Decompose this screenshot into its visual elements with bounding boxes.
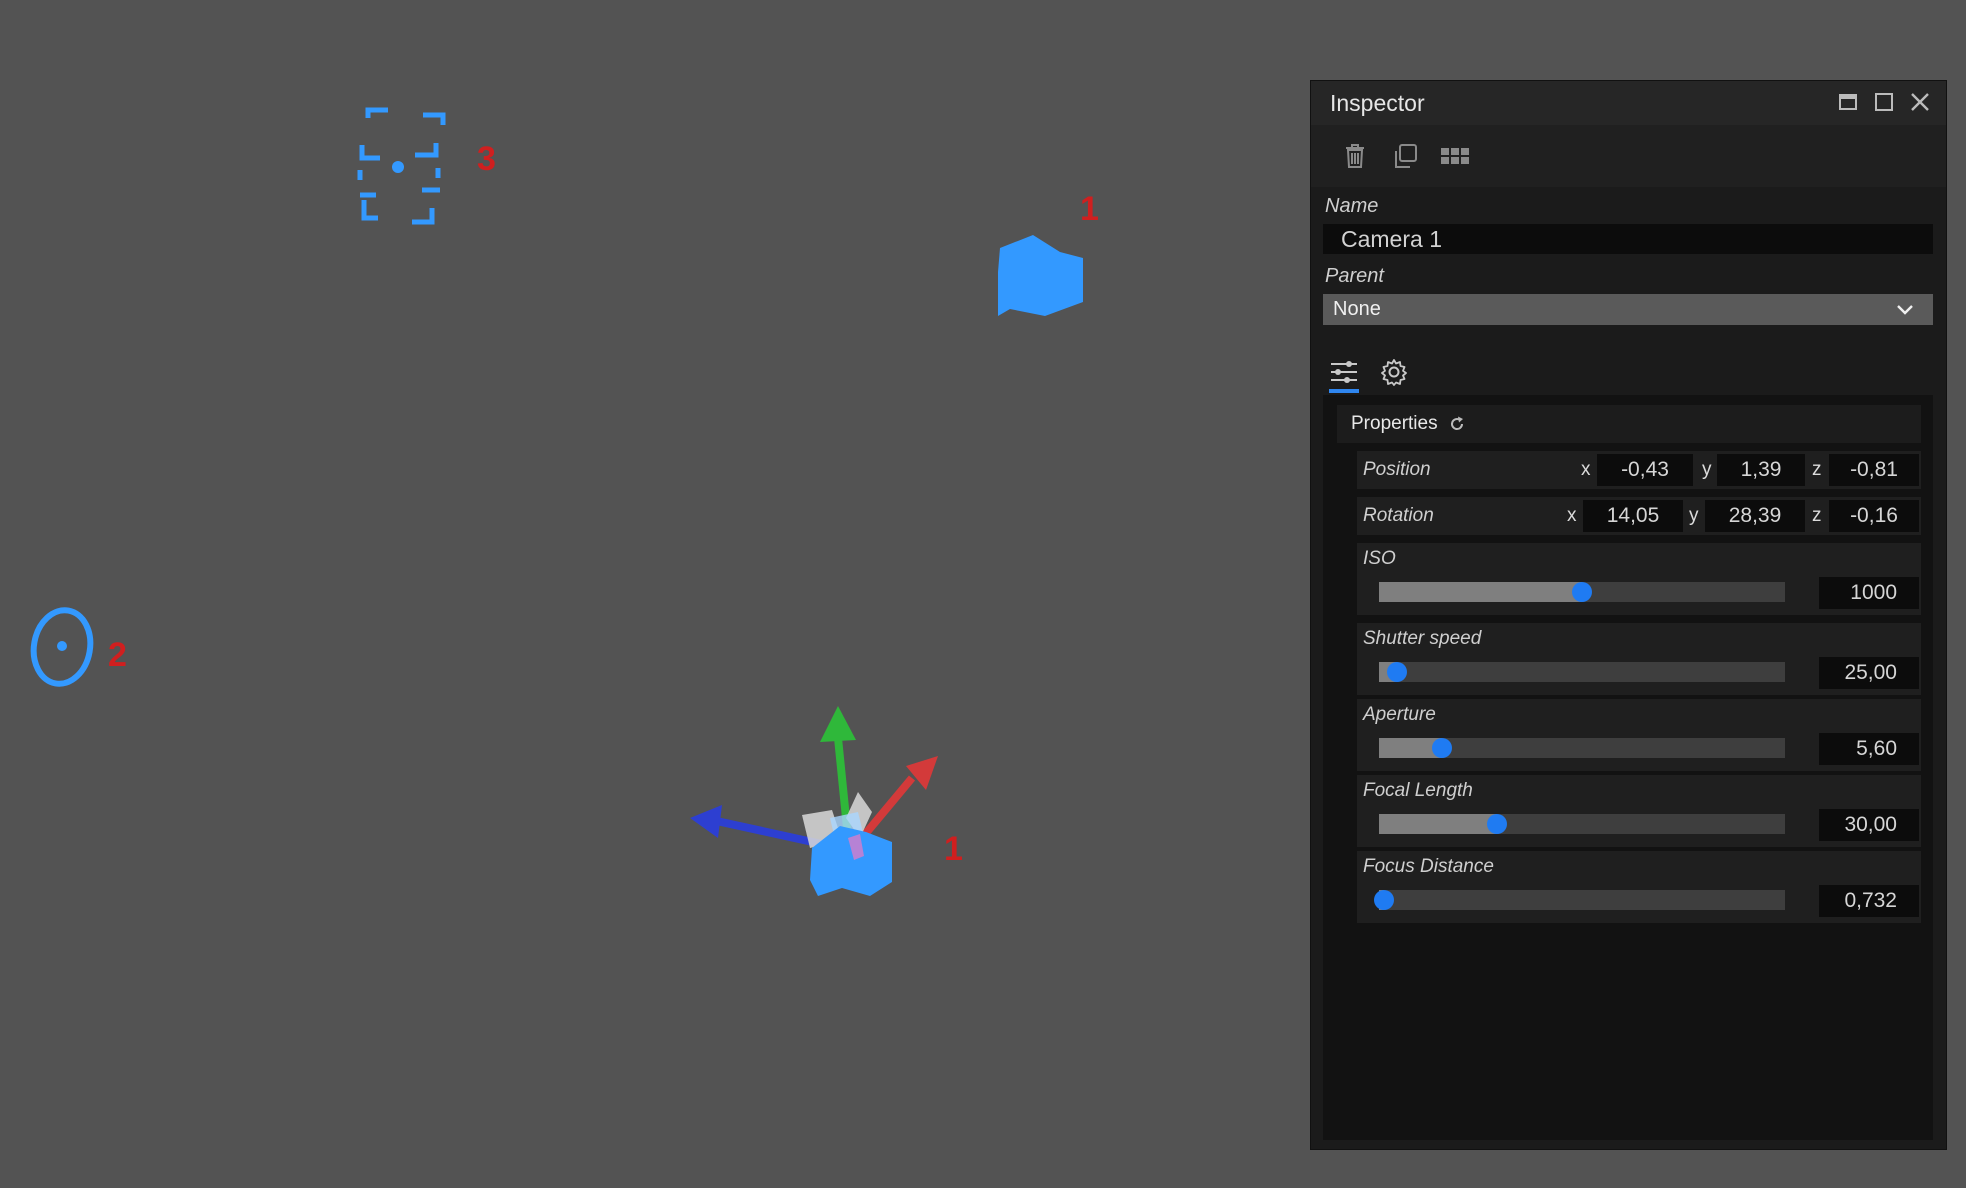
close-icon[interactable]	[1908, 90, 1932, 114]
tab-properties[interactable]	[1329, 351, 1363, 395]
rotation-z-label: z	[1812, 505, 1822, 526]
aperture-value-field[interactable]: 5,60	[1819, 733, 1919, 765]
shutter-speed-slider[interactable]	[1379, 662, 1785, 682]
transform-gizmo[interactable]	[690, 706, 938, 853]
aperture-slider[interactable]	[1379, 738, 1785, 758]
maximize-icon[interactable]	[1872, 90, 1896, 114]
focus-distance-label: Focus Distance	[1363, 856, 1494, 877]
inspector-toolbar	[1311, 125, 1946, 187]
focal-length-slider[interactable]	[1379, 814, 1785, 834]
iso-label: ISO	[1363, 548, 1396, 569]
grid-icon[interactable]	[1439, 140, 1471, 172]
focal-length-slider-thumb[interactable]	[1486, 814, 1507, 834]
object-1-label: 1	[1080, 190, 1099, 228]
inspector-panel: Inspector Name Parent None	[1310, 80, 1947, 1150]
focus-distance-slider[interactable]	[1373, 890, 1785, 910]
position-y-label: y	[1702, 459, 1712, 480]
sliders-icon	[1331, 361, 1357, 383]
position-y-field[interactable]: 1,39	[1717, 454, 1805, 486]
inspector-titlebar[interactable]: Inspector	[1311, 81, 1946, 125]
focus-distance-slider-thumb[interactable]	[1373, 890, 1394, 910]
position-label: Position	[1363, 459, 1431, 480]
rotation-y-field[interactable]: 28,39	[1705, 500, 1805, 532]
shutter-speed-label: Shutter speed	[1363, 628, 1482, 649]
chevron-down-icon	[1895, 300, 1915, 320]
properties-area: Properties Position x -0,43 y 1,39 z -0,…	[1323, 395, 1933, 1140]
gear-icon	[1381, 359, 1407, 386]
position-z-field[interactable]: -0,81	[1829, 454, 1919, 486]
aperture-slider-thumb[interactable]	[1431, 738, 1452, 758]
iso-value-field[interactable]: 1000	[1819, 577, 1919, 609]
object-3-icon[interactable]	[357, 107, 446, 225]
object-2-icon[interactable]	[28, 606, 96, 689]
name-input[interactable]	[1323, 224, 1933, 254]
position-row: Position x -0,43 y 1,39 z -0,81	[1357, 451, 1921, 489]
parent-select-value: None	[1333, 298, 1381, 320]
rotation-z-field[interactable]: -0,16	[1829, 500, 1919, 532]
position-x-field[interactable]: -0,43	[1597, 454, 1693, 486]
inspector-tabs	[1311, 351, 1946, 395]
rotation-label: Rotation	[1363, 505, 1434, 526]
inspector-title: Inspector	[1330, 89, 1425, 116]
focal-length-label: Focal Length	[1363, 780, 1473, 801]
object-2-label: 2	[108, 636, 127, 674]
aperture-row: Aperture 5,60	[1357, 699, 1921, 771]
object-3-label: 3	[477, 140, 496, 178]
rotation-y-label: y	[1689, 505, 1699, 526]
position-z-label: z	[1812, 459, 1822, 480]
iso-row: ISO 1000	[1357, 543, 1921, 615]
scene-canvas[interactable]	[0, 0, 1310, 1188]
position-x-label: x	[1581, 459, 1591, 480]
focal-length-row: Focal Length 30,00	[1357, 775, 1921, 847]
focus-distance-row: Focus Distance 0,732	[1357, 851, 1921, 923]
rotation-row: Rotation x 14,05 y 28,39 z -0,16	[1357, 497, 1921, 535]
rotation-x-label: x	[1567, 505, 1577, 526]
iso-slider-thumb[interactable]	[1572, 582, 1592, 602]
properties-section-header[interactable]: Properties	[1337, 405, 1921, 443]
name-label: Name	[1325, 195, 1379, 217]
focal-length-value-field[interactable]: 30,00	[1819, 809, 1919, 841]
object-1-selected-label: 1	[944, 830, 963, 868]
duplicate-icon[interactable]	[1389, 140, 1421, 172]
properties-title: Properties	[1351, 413, 1438, 434]
object-1-camera-icon[interactable]	[998, 235, 1083, 316]
minimize-icon[interactable]	[1836, 90, 1860, 114]
shutter-speed-slider-thumb[interactable]	[1387, 662, 1408, 682]
parent-select[interactable]: None	[1323, 294, 1933, 325]
shutter-speed-value-field[interactable]: 25,00	[1819, 657, 1919, 689]
trash-icon[interactable]	[1339, 140, 1371, 172]
focus-distance-value-field[interactable]: 0,732	[1819, 885, 1919, 917]
parent-label: Parent	[1325, 265, 1384, 287]
tab-settings[interactable]	[1379, 351, 1413, 395]
rotation-x-field[interactable]: 14,05	[1583, 500, 1683, 532]
aperture-label: Aperture	[1363, 704, 1436, 725]
reset-icon[interactable]	[1448, 415, 1466, 433]
shutter-speed-row: Shutter speed 25,00	[1357, 623, 1921, 695]
iso-slider[interactable]	[1379, 582, 1785, 602]
